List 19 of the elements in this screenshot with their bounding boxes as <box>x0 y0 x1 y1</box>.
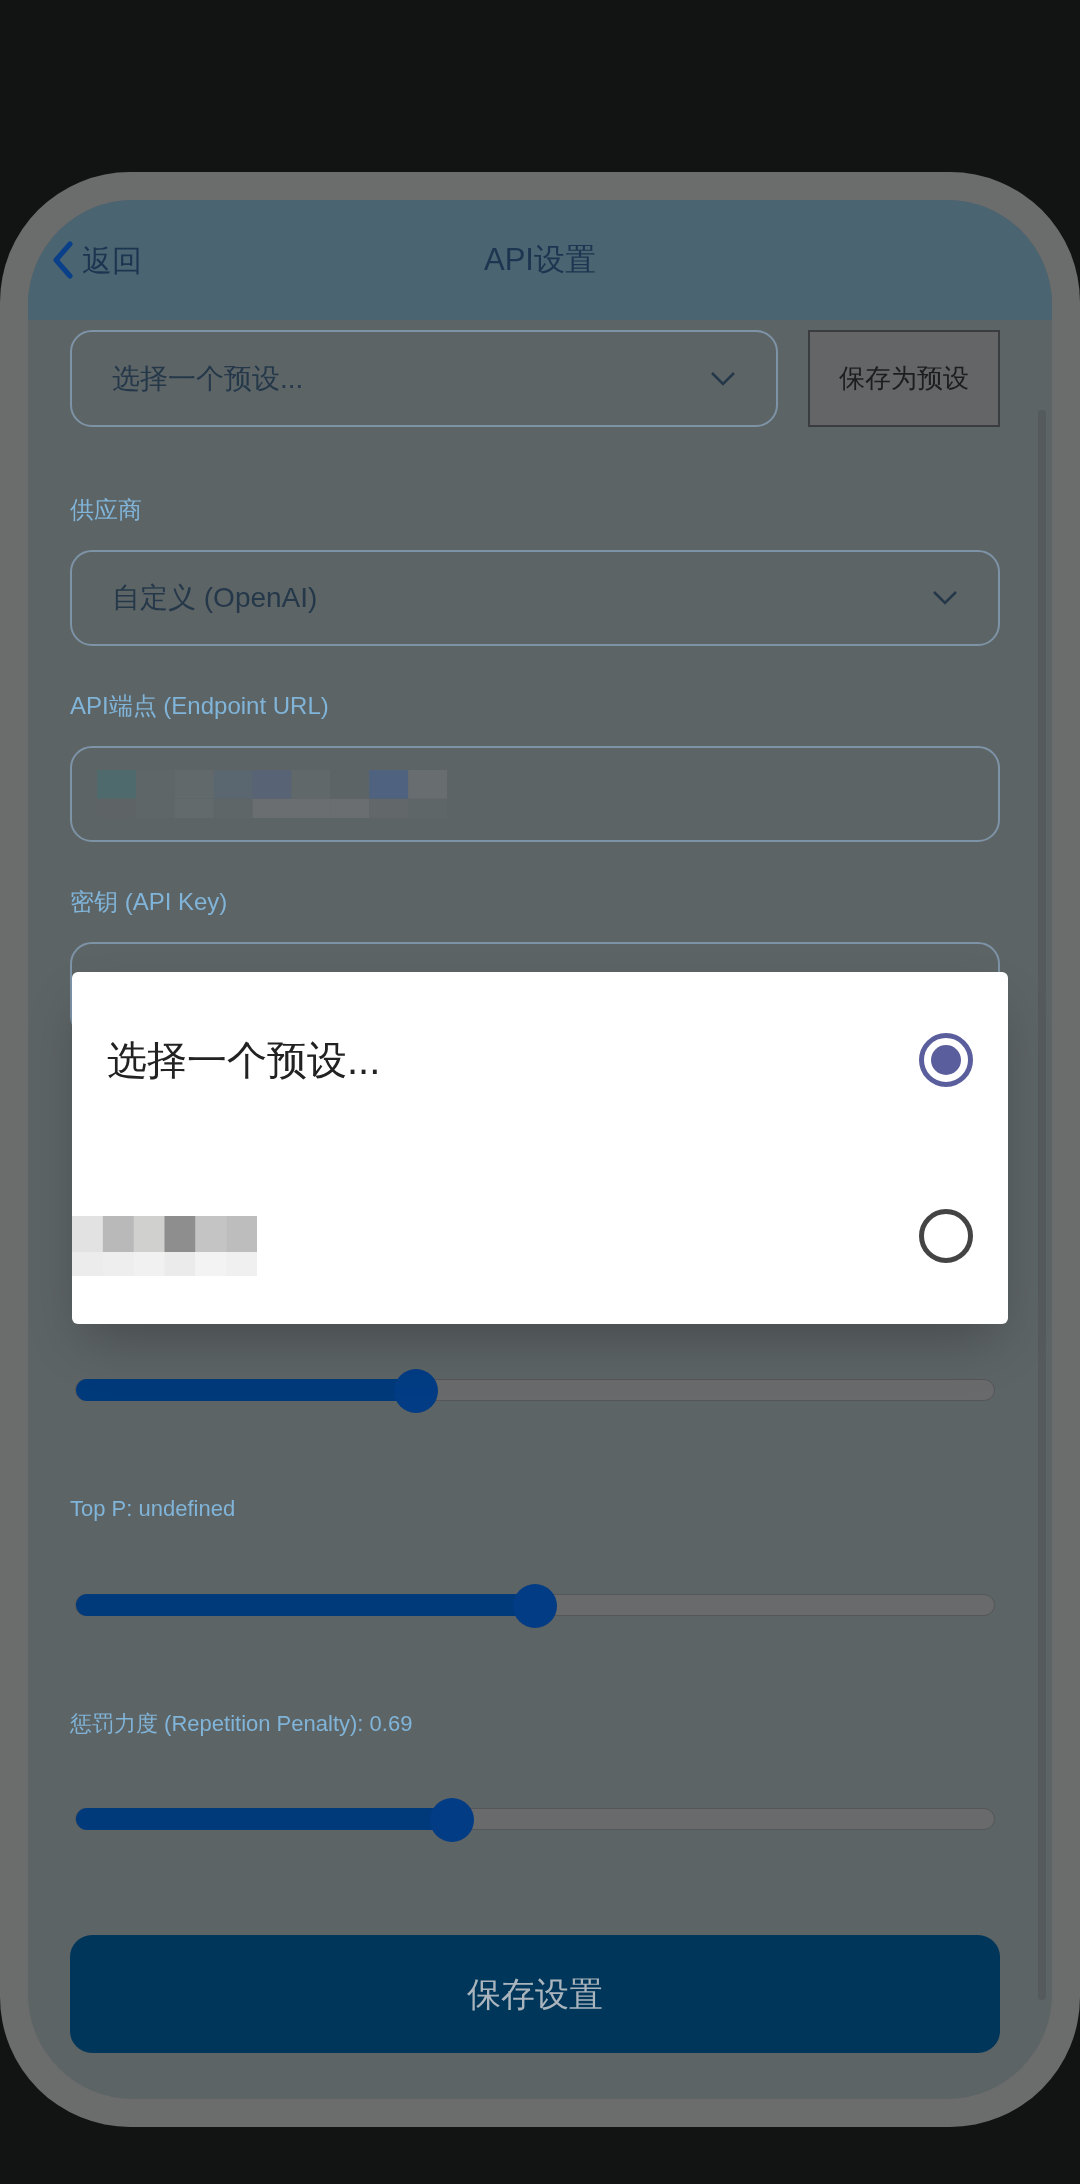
slider-thumb[interactable] <box>393 1369 438 1413</box>
chevron-down-icon <box>932 590 958 606</box>
field-label: API端点 (Endpoint URL) <box>70 691 330 721</box>
radio-button[interactable] <box>919 1209 973 1263</box>
slider-label: 惩罚力度 (Repetition Penalty): 0.69 <box>70 1710 414 1738</box>
provider-select[interactable]: 自定义 (OpenAI) <box>70 550 1000 646</box>
preset-option[interactable]: 选择一个预设... <box>72 972 1008 1148</box>
chevron-left-icon <box>52 241 74 279</box>
save-as-preset-button[interactable]: 保存为预设 <box>808 330 1000 427</box>
slider-thumb[interactable] <box>513 1584 557 1628</box>
save-settings-button[interactable]: 保存设置 <box>70 1935 1000 2053</box>
radio-button[interactable] <box>919 1033 973 1087</box>
chevron-down-icon <box>710 370 736 387</box>
preset-select[interactable]: 选择一个预设... <box>70 330 778 427</box>
field-label: 供应商 <box>70 495 143 525</box>
slider-thumb[interactable] <box>430 1798 475 1842</box>
slider-label: Top P: undefined <box>70 1495 237 1523</box>
input-field[interactable] <box>70 746 1000 842</box>
field-label: 密钥 (API Key) <box>70 887 229 917</box>
